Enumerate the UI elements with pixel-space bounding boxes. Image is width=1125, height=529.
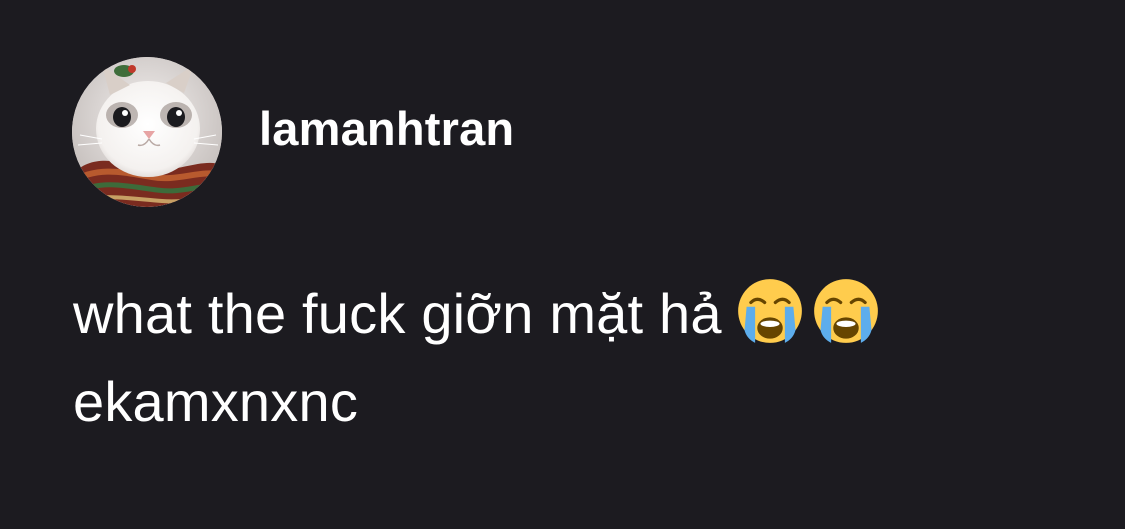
post-text-line-2: ekamxnxnc	[73, 370, 359, 433]
loudly-crying-face-icon	[812, 277, 880, 345]
username[interactable]: lamanhtran	[259, 105, 514, 152]
post-text: what the fuck giỡn mặt hả	[73, 282, 722, 345]
loudly-crying-face-icon	[736, 277, 804, 345]
post-header: lamanhtran	[72, 57, 514, 207]
cat-avatar-image	[72, 57, 222, 207]
post-card: lamanhtran what the fuck giỡn mặt hả eka…	[0, 0, 1125, 529]
avatar[interactable]	[72, 57, 222, 207]
post-body: what the fuck giỡn mặt hả ekamxnxnc	[73, 270, 1073, 446]
post-text-line-1: what the fuck giỡn mặt hả	[73, 270, 1073, 358]
